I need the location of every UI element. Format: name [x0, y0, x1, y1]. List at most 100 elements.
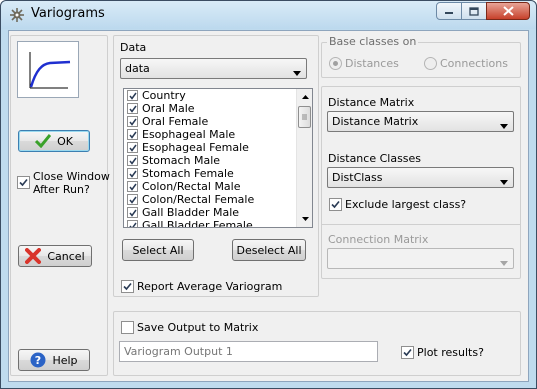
exclude-largest-label: Exclude largest class? [345, 198, 467, 211]
cancel-label: Cancel [47, 249, 85, 263]
list-item-label: Oral Female [142, 115, 209, 128]
list-item-label: Stomach Male [142, 154, 221, 167]
list-item-checkbox[interactable] [127, 181, 138, 192]
window-title: Variograms [31, 6, 105, 21]
plot-results-checkbox[interactable] [401, 346, 414, 359]
list-item[interactable]: Colon/Rectal Female [124, 193, 296, 206]
scroll-up-icon[interactable] [297, 89, 313, 105]
checkmark-icon [128, 105, 137, 113]
checkmark-icon [35, 134, 52, 148]
list-item-label: Gall Bladder Male [142, 206, 240, 219]
checkmark-icon [128, 118, 137, 126]
select-all-label: Select All [132, 243, 184, 257]
checkmark-icon [128, 222, 137, 227]
list-item[interactable]: Oral Male [124, 102, 296, 115]
checkmark-icon [123, 282, 132, 291]
exclude-largest-checkbox[interactable] [329, 198, 342, 211]
caption-buttons [436, 2, 530, 20]
base-classes-label: Base classes on [327, 35, 419, 48]
app-icon [9, 7, 25, 23]
list-item-label: Country [142, 89, 186, 102]
list-item-checkbox[interactable] [127, 103, 138, 114]
list-item-checkbox[interactable] [127, 129, 138, 140]
list-item-checkbox[interactable] [127, 168, 138, 179]
maximize-button[interactable] [461, 2, 487, 20]
save-output-label: Save Output to Matrix [137, 321, 259, 334]
distances-radio-label: Distances [345, 57, 399, 70]
connection-matrix-select[interactable] [327, 248, 514, 269]
data-variable-list[interactable]: Country Oral Male Oral Female Esophageal Ma… [123, 88, 313, 228]
data-select[interactable]: data [120, 58, 307, 79]
list-item-checkbox[interactable] [127, 90, 138, 101]
title-bar[interactable]: Variograms [1, 1, 536, 29]
help-button[interactable]: ? Help [18, 349, 90, 371]
list-scrollbar[interactable] [296, 89, 312, 227]
checkmark-icon [128, 183, 137, 191]
checkmark-icon [19, 178, 28, 187]
list-item-label: Esophageal Male [142, 128, 236, 141]
connection-matrix-label: Connection Matrix [328, 233, 429, 246]
select-all-button[interactable]: Select All [122, 239, 194, 261]
list-item[interactable]: Esophageal Male [124, 128, 296, 141]
list-item[interactable]: Stomach Female [124, 167, 296, 180]
list-item-label: Colon/Rectal Male [142, 180, 241, 193]
section-divider [321, 224, 521, 225]
ok-button[interactable]: OK [18, 130, 90, 152]
list-item-checkbox[interactable] [127, 220, 138, 227]
list-item-checkbox[interactable] [127, 207, 138, 218]
scroll-thumb[interactable] [298, 106, 311, 128]
list-item[interactable]: Gall Bladder Male [124, 206, 296, 219]
chevron-down-icon [500, 175, 508, 188]
variograms-window: Variograms OK Close Window After Run? Ca… [0, 0, 537, 389]
save-output-checkbox[interactable] [121, 321, 134, 334]
distance-classes-select[interactable]: DistClass [327, 167, 514, 188]
report-average-label: Report Average Variogram [137, 280, 283, 293]
ok-label: OK [57, 134, 73, 148]
list-item-label: Oral Male [142, 102, 195, 115]
close-icon [502, 6, 514, 16]
list-item[interactable]: Gall Bladder Female [124, 219, 296, 227]
checkmark-icon [128, 209, 137, 217]
distance-classes-label: Distance Classes [328, 152, 422, 165]
checkmark-icon [128, 92, 137, 100]
list-item-label: Gall Bladder Female [142, 219, 253, 227]
checkmark-icon [128, 131, 137, 139]
distance-matrix-select[interactable]: Distance Matrix [327, 111, 514, 132]
variogram-graph-icon [17, 41, 79, 98]
list-item[interactable]: Esophageal Female [124, 141, 296, 154]
list-item-checkbox[interactable] [127, 142, 138, 153]
list-item[interactable]: Oral Female [124, 115, 296, 128]
output-name-field[interactable] [119, 341, 378, 362]
list-item-checkbox[interactable] [127, 155, 138, 166]
cancel-button[interactable]: Cancel [18, 245, 92, 267]
connections-radio[interactable] [424, 57, 437, 70]
report-average-checkbox[interactable] [121, 280, 134, 293]
dialog-body: OK Close Window After Run? Cancel ? Help… [8, 30, 529, 382]
checkmark-icon [128, 196, 137, 204]
list-item-checkbox[interactable] [127, 194, 138, 205]
list-item-label: Esophageal Female [142, 141, 249, 154]
chevron-down-icon [500, 119, 508, 132]
plot-results-label: Plot results? [417, 346, 484, 359]
close-button[interactable] [486, 2, 530, 20]
list-item-label: Stomach Female [142, 167, 234, 180]
list-item[interactable]: Country [124, 89, 296, 102]
checkmark-icon [128, 170, 137, 178]
distance-matrix-label: Distance Matrix [328, 96, 415, 109]
list-item[interactable]: Colon/Rectal Male [124, 180, 296, 193]
minimize-button[interactable] [436, 2, 462, 20]
deselect-all-button[interactable]: Deselect All [232, 239, 306, 261]
list-item[interactable]: Stomach Male [124, 154, 296, 167]
checkmark-icon [331, 200, 340, 209]
distance-classes-value: DistClass [332, 171, 383, 184]
close-after-run-checkbox[interactable] [17, 176, 30, 189]
help-label: Help [52, 353, 78, 367]
scroll-down-icon[interactable] [297, 211, 313, 227]
help-icon: ? [30, 352, 46, 368]
data-list-items: Country Oral Male Oral Female Esophageal Ma… [124, 89, 296, 227]
output-name-input[interactable] [120, 342, 377, 361]
data-select-value: data [125, 62, 150, 75]
distances-radio[interactable] [329, 57, 342, 70]
list-item-checkbox[interactable] [127, 116, 138, 127]
data-section-label: Data [120, 41, 147, 54]
